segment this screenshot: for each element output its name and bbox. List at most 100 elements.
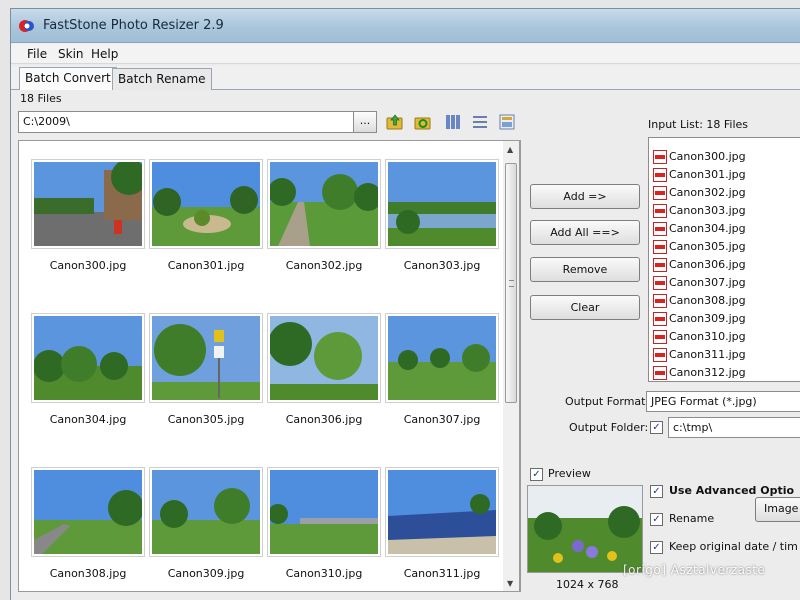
output-folder-input[interactable]: c:\tmp\: [668, 417, 800, 438]
remove-button[interactable]: Remove: [530, 257, 640, 282]
title-bar[interactable]: FastStone Photo Resizer 2.9: [11, 9, 800, 43]
preview-checkbox[interactable]: ✓: [530, 468, 543, 481]
jpg-file-icon: [653, 222, 667, 236]
refresh-folder-icon[interactable]: [414, 113, 432, 131]
jpg-file-icon: [653, 204, 667, 218]
list-item[interactable]: Canon312.jpg: [653, 366, 746, 381]
window-title: FastStone Photo Resizer 2.9: [43, 18, 224, 33]
jpg-file-icon: [653, 258, 667, 272]
thumbnail-item[interactable]: Canon305.jpg: [149, 313, 263, 426]
thumbnail-browser[interactable]: Canon300.jpg Canon301.jpg Canon302.jpg C…: [18, 140, 521, 592]
clear-button[interactable]: Clear: [530, 295, 640, 320]
photo-thumbnail: [270, 470, 378, 554]
jpg-file-icon: [653, 168, 667, 182]
thumbnail-label: Canon303.jpg: [403, 259, 481, 272]
output-format-select[interactable]: JPEG Format (*.jpg): [646, 391, 800, 412]
jpg-file-icon: [653, 150, 667, 164]
list-item[interactable]: Canon307.jpg: [653, 276, 746, 292]
jpg-file-icon: [653, 348, 667, 362]
thumbnail-label: Canon304.jpg: [49, 413, 127, 426]
menu-file[interactable]: File: [27, 47, 47, 61]
list-item[interactable]: Canon301.jpg: [653, 168, 746, 184]
photo-thumbnail: [34, 470, 142, 554]
thumbnail-label: Canon300.jpg: [49, 259, 127, 272]
thumbnail-label: Canon308.jpg: [49, 567, 127, 580]
thumbnail-item[interactable]: Canon311.jpg: [385, 467, 499, 580]
list-item[interactable]: Canon302.jpg: [653, 186, 746, 202]
list-item[interactable]: Canon304.jpg: [653, 222, 746, 238]
jpg-file-icon: [653, 330, 667, 344]
thumbnail-item[interactable]: Canon307.jpg: [385, 313, 499, 426]
photo-thumbnail: [152, 162, 260, 246]
preview-label: Preview: [548, 467, 591, 480]
thumbnail-label: Canon305.jpg: [167, 413, 245, 426]
thumbnail-item[interactable]: Canon304.jpg: [31, 313, 145, 426]
view-list-icon[interactable]: [498, 113, 516, 131]
thumbnail-item[interactable]: Canon300.jpg: [31, 159, 145, 272]
photo-thumbnail: [388, 316, 496, 400]
add-button[interactable]: Add =>: [530, 184, 640, 209]
thumbnail-label: Canon307.jpg: [403, 413, 481, 426]
photo-thumbnail: [388, 162, 496, 246]
list-item[interactable]: Canon300.jpg: [653, 150, 746, 166]
preview-image: [527, 485, 643, 573]
watermark: [origo] Asztalverzaste: [623, 563, 766, 577]
list-item[interactable]: Canon309.jpg: [653, 312, 746, 328]
thumbnail-scrollbar[interactable]: ▲ ▼: [503, 140, 520, 592]
image-button[interactable]: Image: [755, 497, 800, 522]
add-all-button[interactable]: Add All ==>: [530, 220, 640, 245]
rename-checkbox[interactable]: ✓: [650, 513, 663, 526]
use-advanced-options-checkbox[interactable]: ✓: [650, 485, 663, 498]
app-icon: [19, 20, 34, 32]
photo-thumbnail: [388, 470, 496, 554]
scrollbar-thumb[interactable]: [505, 163, 517, 403]
tab-bar: Batch Convert Batch Rename: [11, 66, 800, 90]
thumbnail-label: Canon306.jpg: [285, 413, 363, 426]
keep-date-label: Keep original date / tim: [669, 540, 798, 553]
output-folder-checkbox[interactable]: ✓: [650, 421, 663, 434]
thumbnail-label: Canon310.jpg: [285, 567, 363, 580]
list-item[interactable]: Canon308.jpg: [653, 294, 746, 310]
thumbnail-item[interactable]: Canon301.jpg: [149, 159, 263, 272]
jpg-file-icon: [653, 186, 667, 200]
list-item[interactable]: Canon311.jpg: [653, 348, 746, 364]
input-list[interactable]: Canon300.jpg Canon301.jpg Canon302.jpg C…: [648, 137, 800, 382]
thumbnail-item[interactable]: Canon303.jpg: [385, 159, 499, 272]
list-item[interactable]: Canon306.jpg: [653, 258, 746, 274]
scroll-up-icon[interactable]: ▲: [507, 145, 513, 154]
keep-date-checkbox[interactable]: ✓: [650, 541, 663, 554]
photo-thumbnail: [270, 316, 378, 400]
menu-bar: File Skin Help: [11, 44, 800, 64]
view-thumbnails-icon[interactable]: [444, 113, 462, 131]
view-details-icon[interactable]: [471, 113, 489, 131]
tab-batch-rename[interactable]: Batch Rename: [112, 68, 212, 90]
menu-help[interactable]: Help: [91, 47, 118, 61]
photo-thumbnail: [152, 316, 260, 400]
folder-path-input[interactable]: C:\2009\: [18, 111, 354, 133]
thumbnail-item[interactable]: Canon306.jpg: [267, 313, 381, 426]
thumbnail-label: Canon301.jpg: [167, 259, 245, 272]
thumbnail-label: Canon302.jpg: [285, 259, 363, 272]
jpg-file-icon: [653, 312, 667, 326]
jpg-file-icon: [653, 240, 667, 254]
input-list-label: Input List: 18 Files: [648, 118, 749, 131]
jpg-file-icon: [653, 276, 667, 290]
photo-thumbnail: [152, 470, 260, 554]
scroll-down-icon[interactable]: ▼: [507, 579, 513, 588]
output-folder-label: Output Folder:: [569, 421, 649, 434]
thumbnail-item[interactable]: Canon309.jpg: [149, 467, 263, 580]
list-item[interactable]: Canon305.jpg: [653, 240, 746, 256]
folder-up-icon[interactable]: [386, 113, 404, 131]
list-item[interactable]: Canon303.jpg: [653, 204, 746, 220]
jpg-file-icon: [653, 294, 667, 308]
browse-button[interactable]: ...: [353, 111, 377, 133]
thumbnail-item[interactable]: Canon310.jpg: [267, 467, 381, 580]
tab-batch-convert[interactable]: Batch Convert: [19, 67, 117, 90]
list-item[interactable]: Canon310.jpg: [653, 330, 746, 346]
menu-skin[interactable]: Skin: [58, 47, 84, 61]
rename-label: Rename: [669, 512, 715, 525]
thumbnail-item[interactable]: Canon308.jpg: [31, 467, 145, 580]
thumbnail-item[interactable]: Canon302.jpg: [267, 159, 381, 272]
use-advanced-options-label: Use Advanced Optio: [669, 484, 795, 497]
preview-dimensions: 1024 x 768: [556, 578, 619, 591]
